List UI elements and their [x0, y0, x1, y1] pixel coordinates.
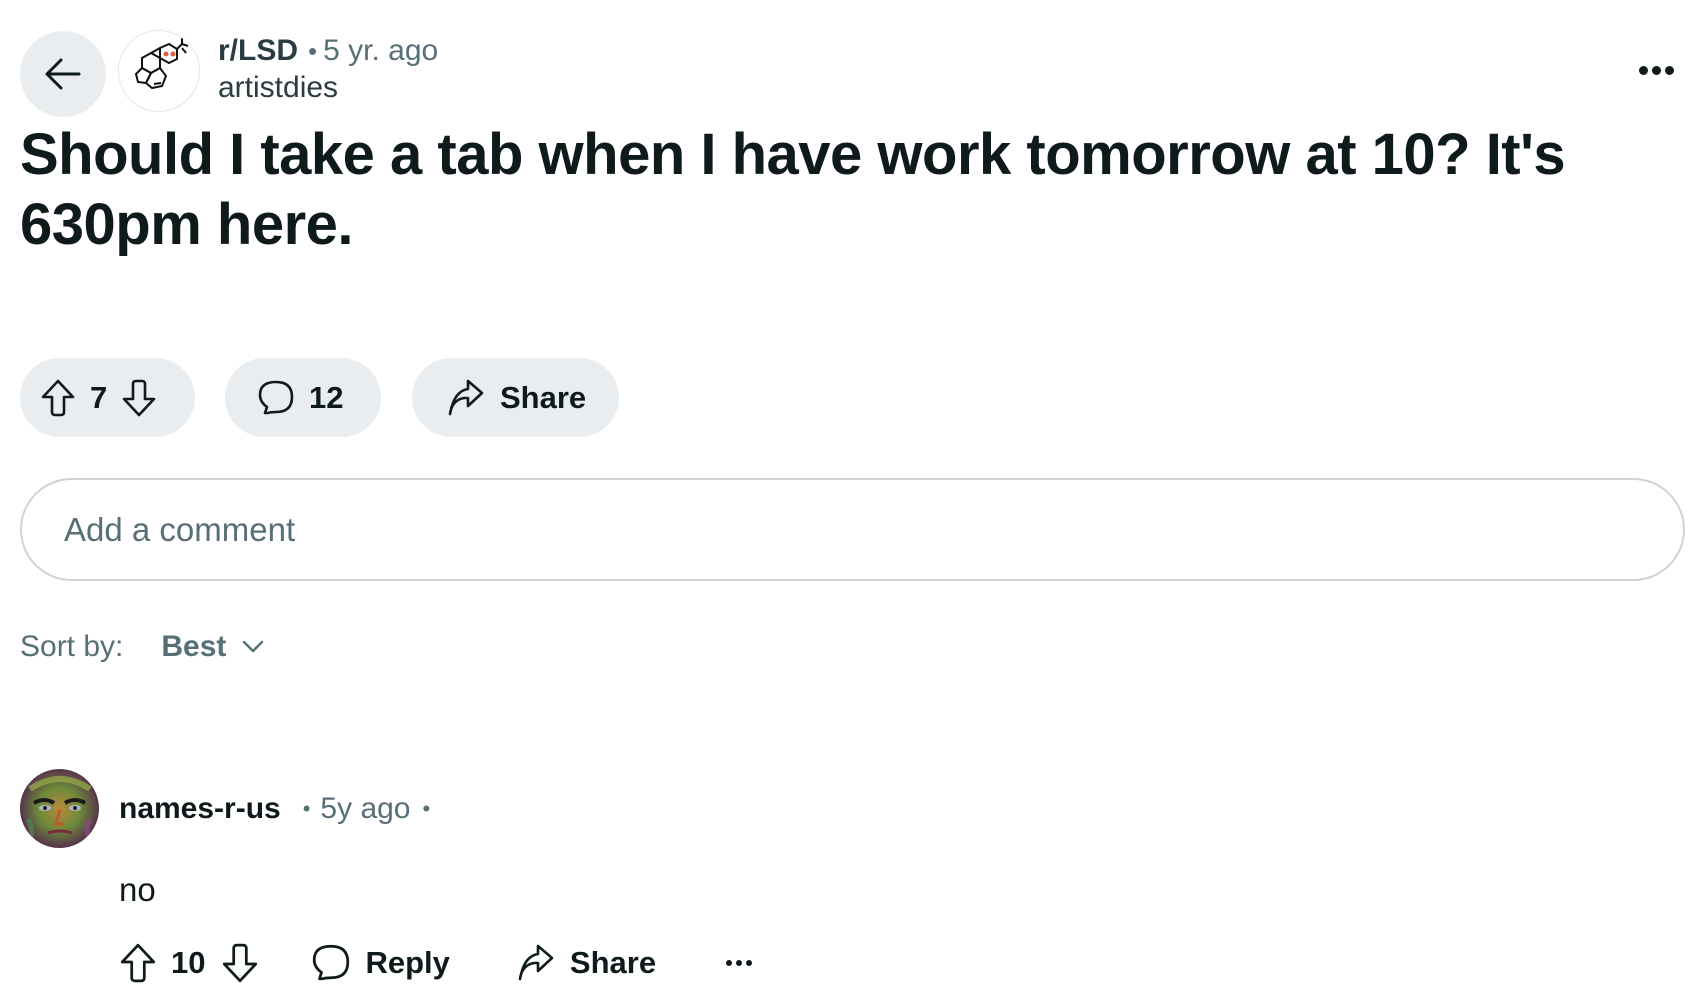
comment-count: 12 — [309, 379, 344, 415]
arrow-left-icon — [45, 58, 81, 90]
comment-header: names-r-us • 5y ago • — [119, 789, 430, 829]
post-more-options-button[interactable] — [1636, 56, 1676, 84]
upvote-icon — [120, 943, 156, 983]
reply-button[interactable]: Reply — [311, 942, 450, 984]
vote-pill: 7 — [20, 358, 195, 437]
sort-label: Sort by: — [20, 630, 124, 663]
ellipsis-dot-icon — [1664, 65, 1674, 75]
back-button[interactable] — [20, 31, 106, 117]
post-meta: r/LSD • 5 yr. ago artistdies — [218, 33, 438, 107]
comment-author-avatar[interactable] — [20, 769, 99, 848]
subreddit-name[interactable]: r/LSD — [218, 34, 298, 67]
downvote-button[interactable] — [121, 378, 157, 418]
share-icon — [448, 379, 484, 415]
comment-bubble-icon — [313, 944, 350, 981]
comment-downvote-button[interactable] — [221, 942, 259, 984]
comment-time: 5y ago — [320, 792, 411, 825]
user-avatar-icon — [20, 769, 99, 848]
ellipsis-dot-icon — [1651, 65, 1661, 75]
ellipsis-dot-icon — [1638, 65, 1648, 75]
chevron-down-icon — [243, 640, 264, 653]
subreddit-avatar[interactable] — [118, 30, 200, 112]
sort-value: Best — [161, 630, 227, 663]
ellipsis-dot-icon — [736, 960, 743, 966]
comment-author[interactable]: names-r-us — [119, 789, 281, 829]
sort-control: Sort by: Best — [20, 630, 264, 664]
share-icon — [518, 944, 554, 981]
comment-bubble-icon — [258, 380, 294, 414]
add-comment-input[interactable]: Add a comment — [20, 478, 1685, 581]
comment-score: 10 — [171, 945, 206, 980]
ellipsis-dot-icon — [726, 960, 733, 966]
downvote-icon — [122, 379, 156, 416]
post-title: Should I take a tab when I have work tom… — [20, 122, 1566, 257]
add-comment-placeholder: Add a comment — [64, 510, 296, 548]
comment-actions: 10 Reply Share — [119, 940, 753, 986]
comment-body: no — [119, 871, 156, 908]
comment-separator: • — [422, 796, 431, 821]
share-button[interactable]: Share — [412, 358, 619, 437]
comment-share-label: Share — [569, 945, 657, 980]
upvote-icon — [41, 379, 75, 416]
comment-upvote-button[interactable] — [119, 942, 157, 984]
post-time: 5 yr. ago — [323, 34, 439, 67]
molecule-icon — [134, 38, 189, 90]
ellipsis-dot-icon — [746, 960, 753, 966]
reply-label: Reply — [365, 945, 450, 980]
share-label: Share — [500, 379, 587, 415]
comment-separator: • — [302, 796, 311, 821]
downvote-icon — [223, 943, 258, 983]
upvote-button[interactable] — [40, 378, 76, 418]
post-score: 7 — [90, 379, 108, 415]
comment-more-options-button[interactable] — [726, 960, 753, 966]
comments-button[interactable]: 12 — [225, 358, 381, 437]
comment-share-button[interactable]: Share — [516, 943, 656, 983]
post-author[interactable]: artistdies — [218, 69, 438, 107]
sort-dropdown[interactable]: Best — [161, 630, 264, 664]
meta-separator: • — [308, 36, 318, 66]
